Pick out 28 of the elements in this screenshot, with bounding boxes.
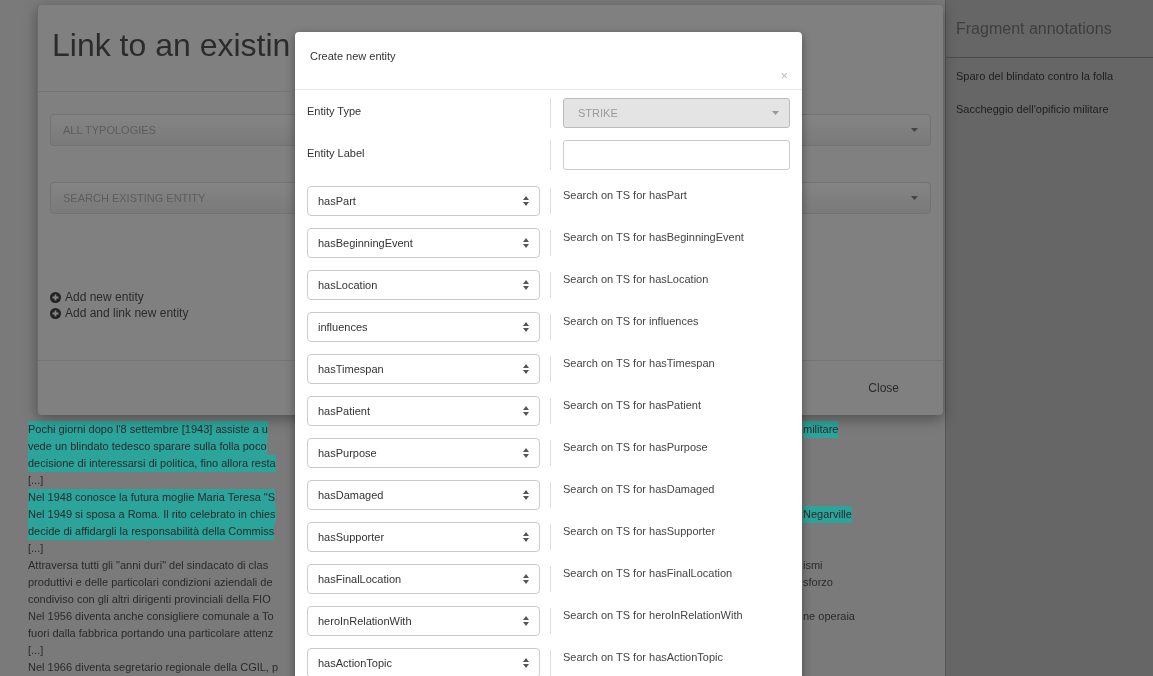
text-line: sforzo	[803, 575, 833, 590]
text-line: ismi	[803, 558, 823, 573]
field-label: Entity Label	[307, 146, 366, 159]
search-label: Search on TS for influences	[563, 314, 700, 327]
text-line: [...]	[28, 643, 44, 658]
search-label: Search on TS for hasSupporter	[563, 524, 717, 537]
search-label: Search on TS for heroInRelationWith	[563, 608, 744, 621]
search-label: Search on TS for hasPatient	[563, 398, 702, 411]
dialog-title: Create new entity	[310, 49, 396, 64]
search-label: Search on TS for hasLocation	[563, 272, 710, 285]
dialog-title: Link to an existin	[38, 5, 291, 92]
text-line: condiviso con gli altri dirigenti provinciali della FIO	[28, 592, 271, 607]
text-line: [...]	[28, 473, 44, 488]
text-line: Attraversa tutti gli "anni duri" del sindacato di clas	[28, 558, 269, 573]
text-line: Nel 1956 diventa anche consigliere comunale a To	[28, 609, 274, 624]
text-line: produttivi e delle particolari condizioni aziendali de	[28, 575, 273, 590]
search-label: Search on TS for hasActionTopic	[563, 650, 724, 663]
text-line: Nel 1966 diventa segretario regionale della CGIL, p	[28, 660, 279, 675]
search-label: Search on TS for hasPurpose	[563, 440, 709, 453]
field-label: Entity Type	[307, 104, 363, 117]
search-label: Search on TS for hasDamaged	[563, 482, 716, 495]
text-line: [...]	[28, 541, 44, 556]
text-line: ne operaia	[803, 609, 855, 624]
search-label: Search on TS for hasPart	[563, 188, 688, 201]
search-label: Search on TS for hasTimespan	[563, 356, 716, 369]
text-line: fuori dalla fabbrica portando una particolare attenz	[28, 626, 274, 641]
search-label: Search on TS for hasFinalLocation	[563, 566, 734, 579]
search-label: Search on TS for hasBeginningEvent	[563, 230, 745, 243]
